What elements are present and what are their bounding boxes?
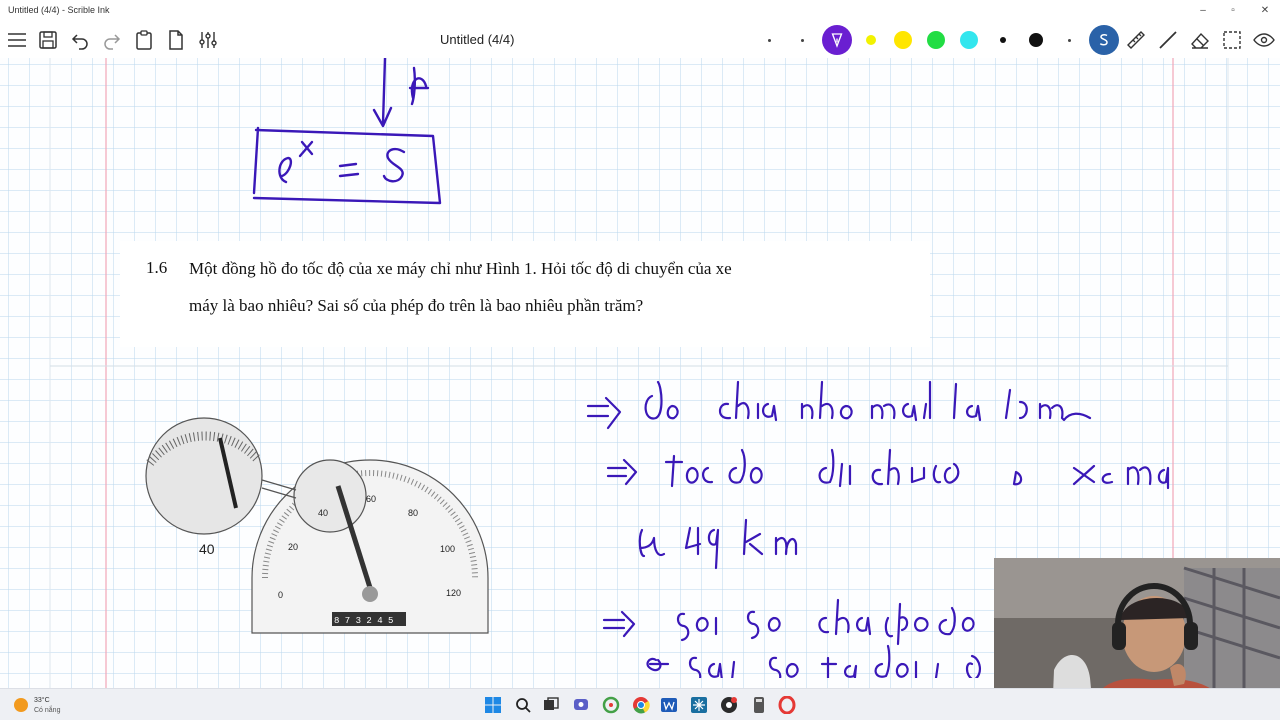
color-black[interactable]: [1029, 33, 1043, 47]
color-yellow[interactable]: [894, 31, 912, 49]
eraser-icon[interactable]: [1188, 28, 1212, 52]
meet-chat-icon[interactable]: [572, 696, 590, 714]
color-black-small[interactable]: [1000, 37, 1006, 43]
lasso-select-icon[interactable]: [1220, 28, 1244, 52]
task-view-icon[interactable]: [542, 696, 560, 714]
tick-80: 80: [408, 508, 418, 518]
document-title: Untitled (4/4): [440, 32, 515, 47]
menu-icon[interactable]: [5, 28, 29, 52]
problem-line-2: máy là bao nhiêu? Sai số của phép đo trê…: [189, 296, 644, 315]
color-green[interactable]: [927, 31, 945, 49]
pen-size-tiny[interactable]: [768, 39, 771, 42]
problem-line-1: Một đồng hồ đo tốc độ của xe máy chỉ như…: [189, 259, 732, 278]
save-icon[interactable]: [36, 28, 60, 52]
obs-record-icon[interactable]: [720, 696, 738, 714]
window-title: Untitled (4/4) - Scrible Ink: [8, 5, 110, 15]
zoom-label: 40: [199, 541, 215, 557]
view-eye-icon[interactable]: [1252, 28, 1276, 52]
windows-start-icon[interactable]: [484, 696, 502, 714]
calculator-icon[interactable]: [750, 696, 768, 714]
tick-100: 100: [440, 544, 455, 554]
title-bar: Untitled (4/4) - Scrible Ink – ▫ ✕: [0, 0, 1280, 22]
undo-icon[interactable]: [68, 28, 92, 52]
new-page-icon[interactable]: [164, 28, 188, 52]
redo-icon[interactable]: [100, 28, 124, 52]
opera-icon[interactable]: [778, 696, 796, 714]
color-cyan[interactable]: [960, 31, 978, 49]
handwritten-equation: [252, 58, 442, 205]
pen-size-small[interactable]: [801, 39, 804, 42]
odometer-readout: 8 7 3 2 4 5: [334, 616, 393, 626]
snowflake-app-icon[interactable]: [690, 696, 708, 714]
tick-60: 60: [366, 494, 376, 504]
search-icon[interactable]: [514, 696, 532, 714]
toolbar: Untitled (4/4): [0, 22, 1280, 58]
ruler-icon[interactable]: [1124, 28, 1148, 52]
problem-snippet: [120, 241, 930, 347]
chrome-icon[interactable]: [632, 696, 650, 714]
color-yellow-small[interactable]: [866, 35, 876, 45]
tick-40: 40: [318, 508, 328, 518]
pen-size-dot[interactable]: [1068, 39, 1071, 42]
weather-temperature[interactable]: 33°C: [34, 697, 50, 704]
weather-sun-icon[interactable]: [14, 698, 28, 712]
taskbar: 33°C Có nắng: [0, 688, 1280, 720]
clipboard-icon[interactable]: [132, 28, 156, 52]
tick-0: 0: [278, 590, 283, 600]
close-button[interactable]: ✕: [1250, 2, 1280, 20]
fountain-pen-icon: [831, 33, 843, 48]
line-tool-icon[interactable]: [1156, 28, 1180, 52]
sync-app-icon[interactable]: [602, 696, 620, 714]
word-icon[interactable]: [660, 696, 678, 714]
minimize-button[interactable]: –: [1188, 2, 1218, 20]
weather-condition[interactable]: Có nắng: [34, 707, 60, 714]
speedometer-figure: 40 0 20 40 60 80 100 120 8 7 3 2 4 5: [145, 417, 489, 634]
problem-number: 1.6: [146, 258, 168, 277]
maximize-button[interactable]: ▫: [1218, 2, 1248, 20]
tick-120: 120: [446, 588, 461, 598]
tick-20: 20: [288, 542, 298, 552]
settings-sliders-icon[interactable]: [196, 28, 220, 52]
ink-s-icon: [1099, 33, 1108, 46]
